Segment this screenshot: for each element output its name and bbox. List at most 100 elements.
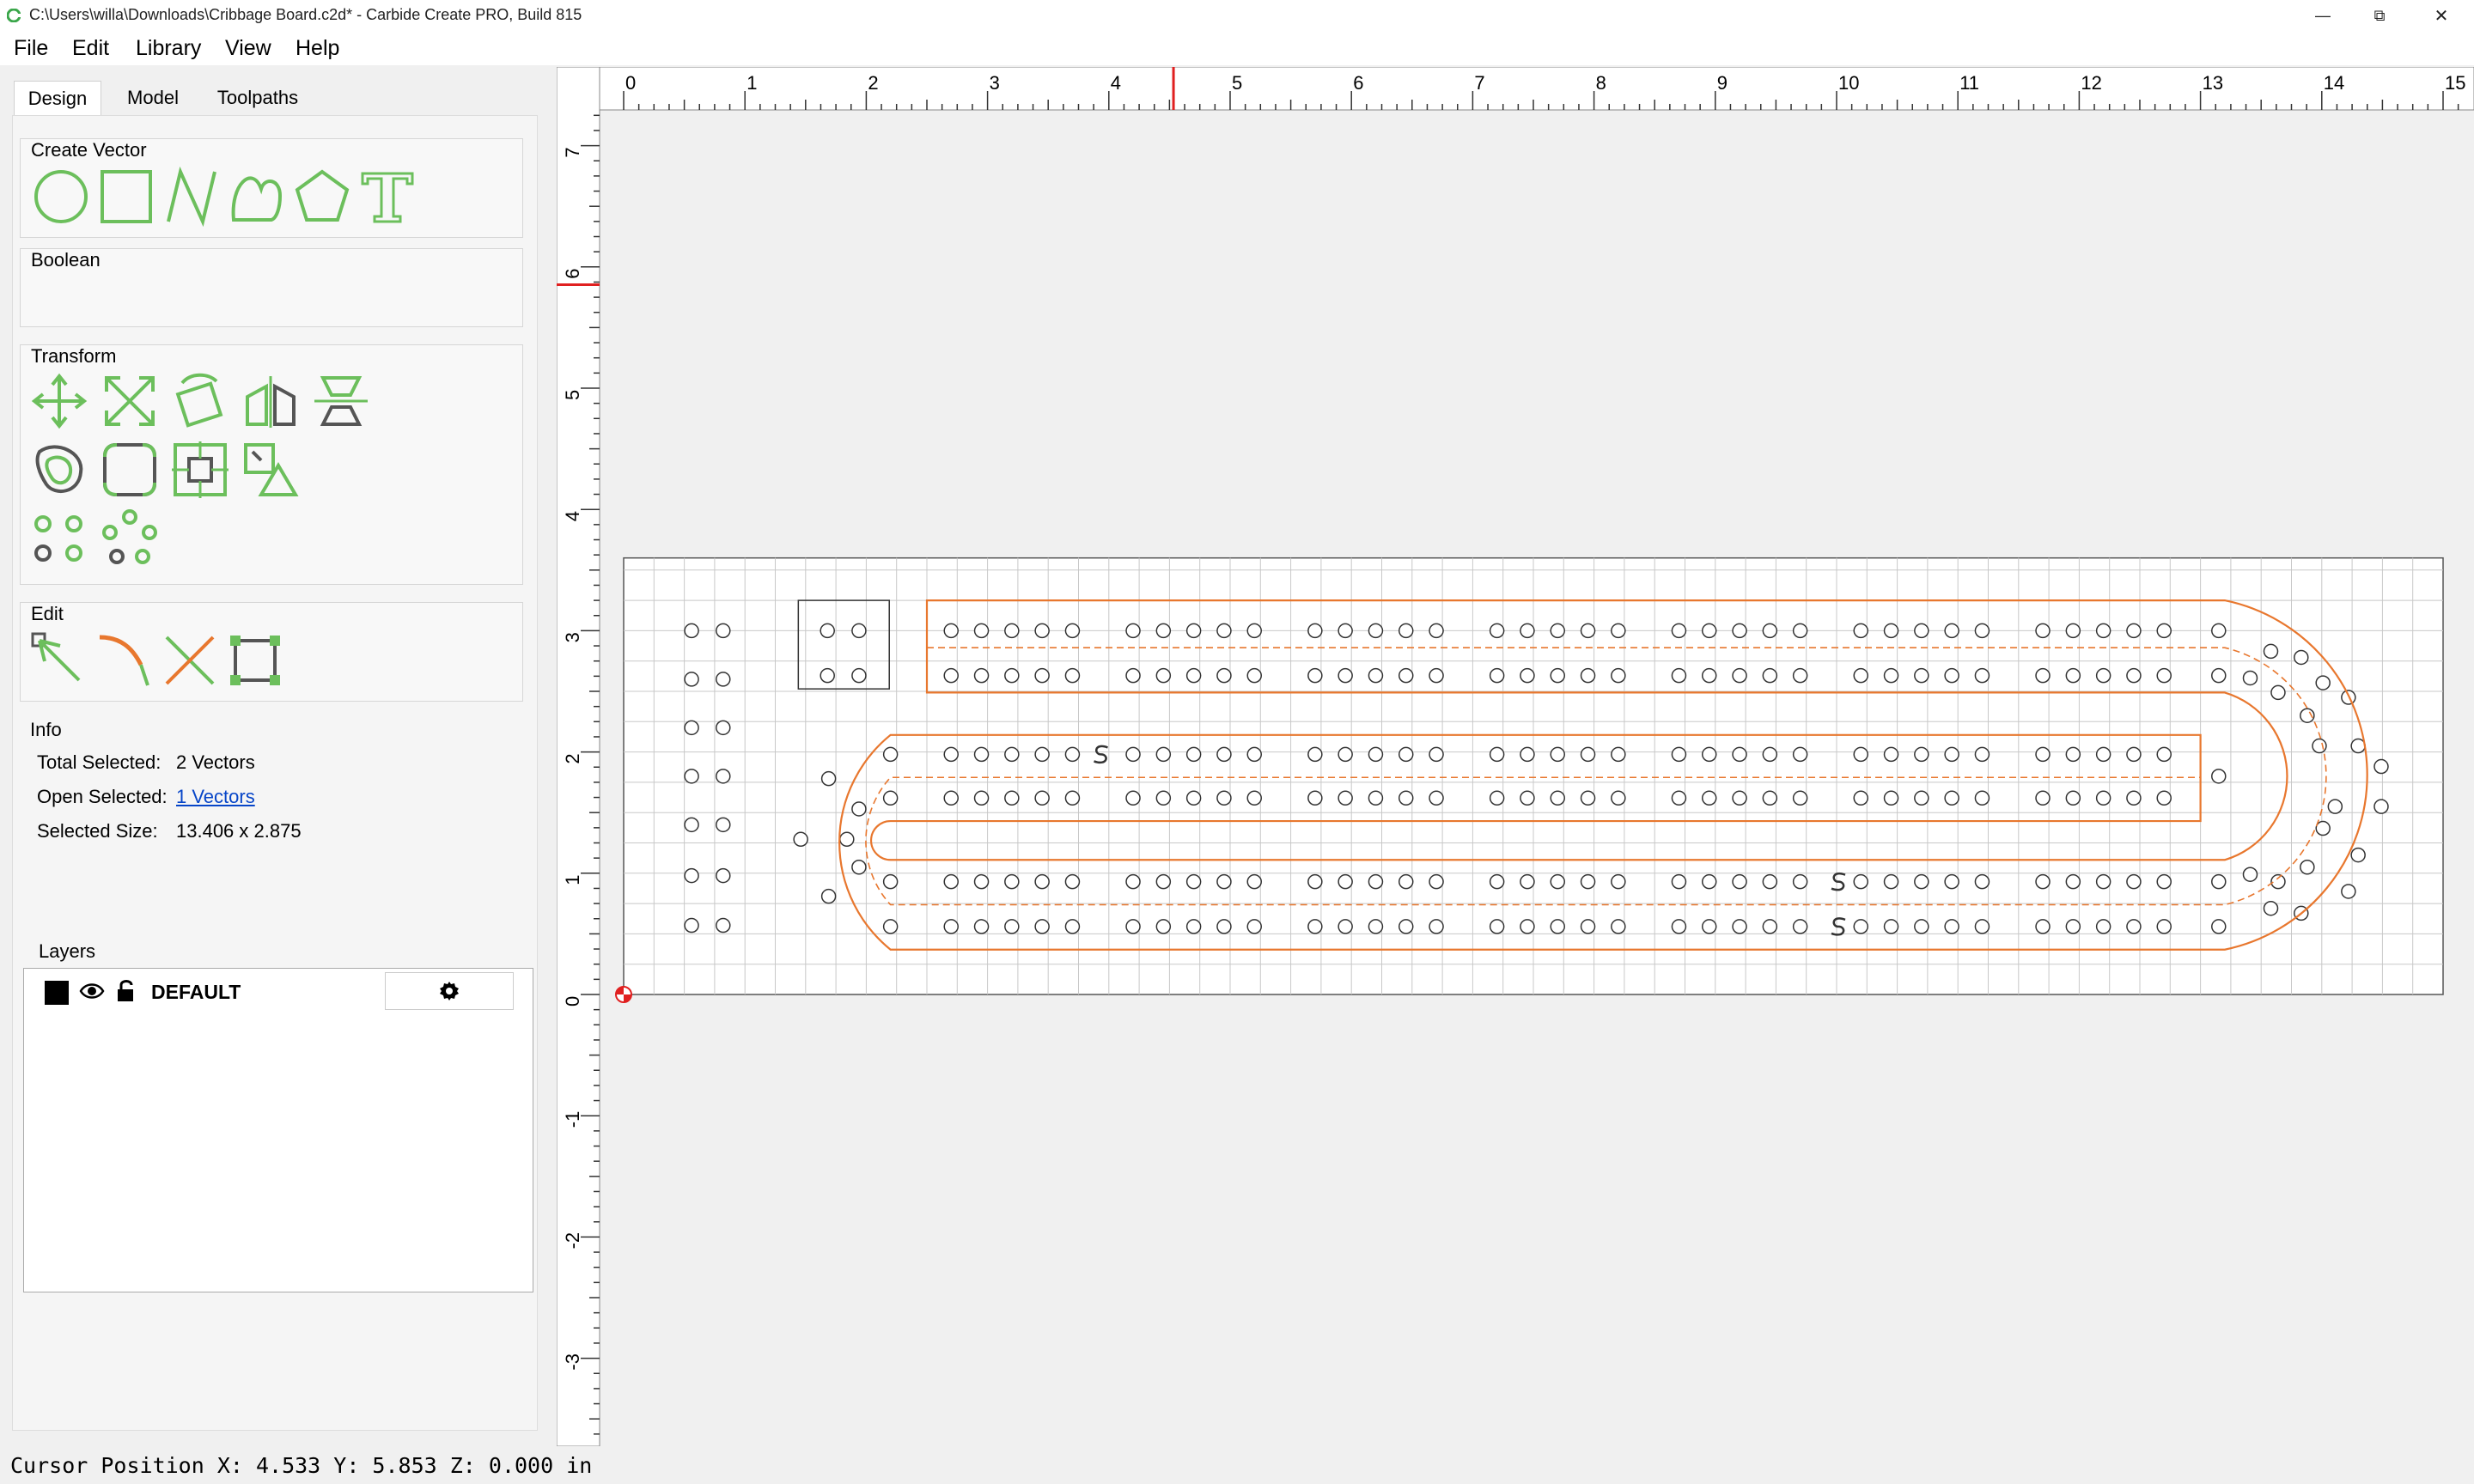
tab-design[interactable]: Design (14, 81, 101, 116)
peg-hole (2035, 623, 2050, 639)
peg-hole (1611, 623, 1626, 639)
unlock-icon[interactable] (115, 977, 137, 1003)
mirror-icon[interactable] (241, 371, 301, 431)
peg-hole (1368, 873, 1384, 890)
cut-vector-icon[interactable] (160, 630, 220, 690)
peg-hole (1489, 790, 1505, 806)
h-ruler-label: 6 (1353, 72, 1363, 94)
offset-icon[interactable] (29, 440, 89, 500)
eye-icon[interactable] (79, 981, 105, 1001)
peg-hole (1398, 873, 1414, 890)
circular-array-icon[interactable] (100, 508, 160, 569)
peg-hole (882, 790, 899, 806)
node-edit-icon[interactable] (29, 630, 89, 690)
menu-file[interactable]: File (14, 36, 48, 61)
peg-hole (1762, 746, 1778, 763)
peg-hole (1701, 623, 1717, 639)
peg-hole (1185, 667, 1202, 684)
layer-color-swatch[interactable] (45, 981, 69, 1005)
layer-settings-button[interactable] (385, 972, 514, 1010)
h-ruler-label: 5 (1232, 72, 1242, 94)
polyline-tool-icon[interactable] (161, 167, 222, 227)
tab-toolpaths[interactable]: Toolpaths (206, 81, 309, 115)
peg-hole (1732, 873, 1747, 890)
peg-hole (1701, 667, 1717, 684)
peg-hole (1034, 623, 1050, 639)
scale-icon[interactable] (100, 371, 160, 431)
peg-hole (1732, 623, 1747, 639)
text-tool-icon[interactable] (357, 167, 417, 227)
peg-hole (1216, 790, 1232, 806)
peg-hole (1429, 746, 1444, 763)
nest-icon[interactable] (241, 440, 301, 500)
h-ruler-label: 11 (1959, 72, 1979, 94)
h-ruler-label: 3 (990, 72, 1000, 94)
peg-hole (1732, 790, 1747, 806)
circle-tool-icon[interactable] (31, 167, 91, 227)
peg-hole (2350, 847, 2366, 863)
array-icon[interactable] (29, 508, 89, 569)
align-icon[interactable] (170, 440, 230, 500)
peg-hole (1429, 919, 1444, 934)
cursor-position: Cursor Position X: 4.533 Y: 5.853 Z: 0.0… (10, 1453, 593, 1478)
peg-hole (2156, 623, 2172, 639)
peg-hole (1004, 667, 1020, 684)
peg-hole (1034, 790, 1050, 806)
peg-hole (1671, 746, 1687, 763)
peg-hole (1974, 790, 1990, 806)
move-icon[interactable] (29, 371, 89, 431)
peg-hole (1216, 919, 1232, 934)
layer-row[interactable]: DEFAULT (24, 969, 533, 1013)
curve-tool-icon[interactable] (227, 167, 287, 227)
fillet-icon[interactable] (100, 440, 160, 500)
peg-hole (1489, 746, 1505, 763)
h-ruler-label: 9 (1717, 72, 1728, 94)
flip-icon[interactable] (311, 371, 371, 431)
peg-hole (943, 667, 959, 684)
peg-hole (2350, 738, 2366, 754)
peg-hole (973, 873, 990, 890)
peg-hole (1914, 746, 1929, 763)
peg-hole (1944, 667, 1959, 684)
rotate-icon[interactable] (170, 371, 230, 431)
peg-hole (1185, 873, 1202, 890)
menu-library[interactable]: Library (136, 36, 201, 61)
peg-hole (2095, 746, 2111, 763)
peg-hole (1762, 623, 1778, 639)
peg-hole (1550, 667, 1565, 684)
transform-heading: Transform (31, 345, 117, 367)
peg-hole (1792, 667, 1808, 684)
peg-hole (1792, 873, 1808, 890)
close-button[interactable]: ✕ (2402, 0, 2474, 31)
menu-edit[interactable]: Edit (72, 36, 109, 61)
canvas-svg[interactable]: 0 1 2 3 4 5 6 7 8 9 10 11 12 13 14 15 76543210-1-2-3 (556, 66, 2474, 1447)
peg-hole (1246, 623, 1262, 639)
peg-hole (1792, 790, 1808, 806)
menu-bar: File Edit Library View Help (0, 31, 2474, 65)
menu-help[interactable]: Help (296, 36, 339, 61)
layers-heading: Layers (39, 940, 96, 962)
v-ruler-label: 2 (562, 753, 583, 763)
peg-hole (2373, 799, 2389, 814)
peg-hole (2156, 790, 2172, 806)
peg-hole (1368, 919, 1384, 934)
v-ruler-label: 1 (562, 875, 583, 885)
peg-hole (1064, 746, 1081, 763)
rectangle-tool-icon[interactable] (96, 167, 156, 227)
peg-hole (1611, 667, 1626, 684)
peg-hole (1611, 873, 1626, 890)
peg-hole (2211, 769, 2227, 784)
peg-hole (882, 746, 899, 763)
peg-hole (1429, 790, 1444, 806)
design-canvas[interactable]: 0 1 2 3 4 5 6 7 8 9 10 11 12 13 14 15 7 6 5 4 3 2 1 0 -1 -2 -3 (556, 66, 2474, 1447)
peg-hole (1338, 919, 1353, 934)
peg-hole (1216, 873, 1232, 890)
polygon-tool-icon[interactable] (292, 167, 352, 227)
join-icon[interactable] (225, 630, 285, 690)
menu-view[interactable]: View (225, 36, 271, 61)
trim-icon[interactable] (94, 630, 155, 690)
peg-hole (1671, 790, 1687, 806)
tab-model[interactable]: Model (110, 81, 196, 115)
peg-hole (820, 623, 835, 639)
open-selected-link[interactable]: 1 Vectors (176, 786, 255, 808)
